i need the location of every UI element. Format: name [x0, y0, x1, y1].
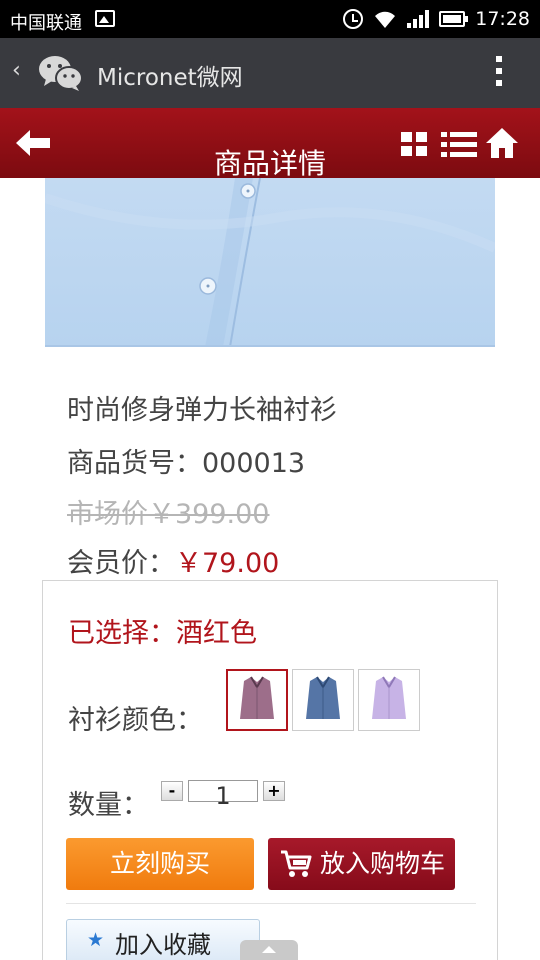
clock-time: 17:28	[475, 8, 530, 30]
product-code-value: 000013	[202, 448, 306, 479]
status-icons: 17:28	[343, 8, 530, 30]
shirt-image	[45, 178, 495, 345]
selected-value: 酒红色	[176, 618, 257, 649]
product-code-label: 商品货号：	[67, 448, 202, 479]
purchase-options-panel: 已选择：酒红色 衬衫颜色： 数量： - 1 + 立刻购买 放入购物车 ★ 加入收…	[42, 580, 498, 960]
product-image[interactable]	[45, 178, 495, 347]
market-price-value: ￥399.00	[148, 499, 270, 530]
back-chevron-icon[interactable]: ‹	[12, 58, 21, 83]
color-swatch-lavender[interactable]	[358, 669, 420, 731]
member-price-label: 会员价：	[67, 548, 175, 579]
quantity-increase-button[interactable]: +	[263, 781, 285, 801]
color-swatch-wine-red[interactable]	[226, 669, 288, 731]
add-to-cart-label: 放入购物车	[320, 849, 446, 878]
page-header: 商品详情	[0, 108, 540, 180]
market-price: 市场价￥399.00	[67, 492, 337, 531]
wechat-page-title: Micronet微网	[97, 65, 243, 91]
divider	[66, 903, 476, 904]
add-to-favorites-label: 加入收藏	[115, 931, 211, 959]
add-to-favorites-button[interactable]: ★ 加入收藏	[66, 919, 260, 960]
signal-icon	[407, 10, 430, 28]
quantity-input[interactable]: 1	[188, 780, 258, 810]
status-bar: 中国联通 17:28	[0, 0, 540, 38]
more-menu-icon[interactable]	[496, 56, 502, 86]
wifi-icon	[375, 11, 396, 29]
scroll-to-top-button[interactable]	[240, 940, 298, 960]
add-to-cart-button[interactable]: 放入购物车	[268, 838, 455, 890]
grid-view-icon[interactable]	[401, 132, 428, 157]
product-name: 时尚修身弹力长袖衬衫	[67, 395, 337, 426]
selected-option: 已选择：酒红色	[68, 611, 257, 650]
member-price-value: ￥79.00	[175, 548, 280, 579]
buy-now-button[interactable]: 立刻购买	[66, 838, 254, 890]
wechat-title-bar: ‹ Micronet微网	[0, 38, 540, 108]
shirt-thumbnail	[372, 676, 406, 719]
shirt-thumbnail	[240, 676, 274, 719]
color-label: 衬衫颜色：	[68, 705, 203, 736]
shopping-cart-icon	[281, 850, 312, 877]
carrier-name: 中国联通	[10, 13, 82, 34]
color-swatch-blue[interactable]	[292, 669, 354, 731]
wechat-logo-icon	[39, 56, 83, 91]
member-price: 会员价：￥79.00	[67, 541, 337, 580]
shirt-thumbnail	[306, 676, 340, 719]
selected-label: 已选择：	[68, 618, 176, 649]
alarm-icon	[343, 9, 364, 29]
quantity-label: 数量：	[68, 790, 149, 821]
star-icon: ★	[87, 929, 105, 951]
list-view-icon[interactable]	[441, 132, 477, 158]
product-code: 商品货号：000013	[67, 441, 337, 480]
home-icon[interactable]	[486, 128, 518, 158]
product-info: 时尚修身弹力长袖衬衫 商品货号：000013 市场价￥399.00 会员价：￥7…	[67, 388, 337, 580]
battery-icon	[439, 11, 469, 27]
quantity-decrease-button[interactable]: -	[161, 781, 183, 801]
market-price-label: 市场价	[67, 499, 148, 530]
image-notification-icon	[95, 10, 115, 27]
